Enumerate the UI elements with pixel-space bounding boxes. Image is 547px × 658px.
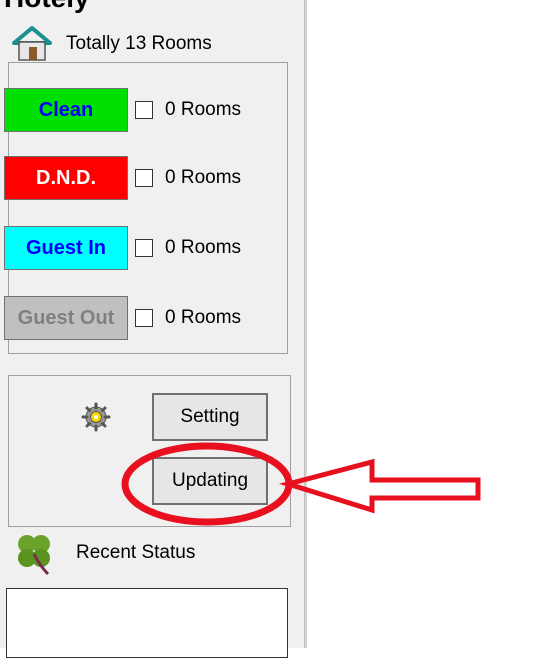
status-row-dnd: D.N.D. 0 Rooms	[4, 156, 241, 200]
status-row-guest-in: Guest In 0 Rooms	[4, 226, 241, 270]
clover-icon	[18, 535, 50, 576]
guest-in-checkbox[interactable]	[135, 239, 153, 257]
guest-in-count: 0 Rooms	[165, 237, 242, 258]
right-panel	[307, 0, 547, 648]
guest-in-label[interactable]: Guest In	[4, 226, 128, 270]
gear-icon[interactable]	[78, 402, 114, 432]
clean-count: 0 Rooms	[165, 99, 242, 120]
guest-out-count: 0 Rooms	[165, 307, 242, 328]
dnd-checkbox[interactable]	[135, 169, 153, 187]
total-rooms-text: Totally 13 Rooms	[66, 33, 212, 54]
clean-checkbox[interactable]	[135, 101, 153, 119]
home-icon	[12, 26, 52, 61]
clean-label[interactable]: Clean	[4, 88, 128, 132]
status-row-clean: Clean 0 Rooms	[4, 88, 241, 132]
status-row-guest-out: Guest Out 0 Rooms	[4, 296, 241, 340]
guest-out-checkbox[interactable]	[135, 309, 153, 327]
setting-button[interactable]: Setting	[152, 393, 268, 441]
dnd-label[interactable]: D.N.D.	[4, 156, 128, 200]
guest-out-label[interactable]: Guest Out	[4, 296, 128, 340]
recent-status-label: Recent Status	[76, 542, 196, 563]
recent-status-header: Recent Status	[10, 530, 195, 576]
updating-button[interactable]: Updating	[152, 457, 268, 505]
page-title: Hotely	[4, 0, 90, 14]
dnd-count: 0 Rooms	[165, 167, 242, 188]
room-summary: Totally 13 Rooms	[10, 24, 212, 64]
